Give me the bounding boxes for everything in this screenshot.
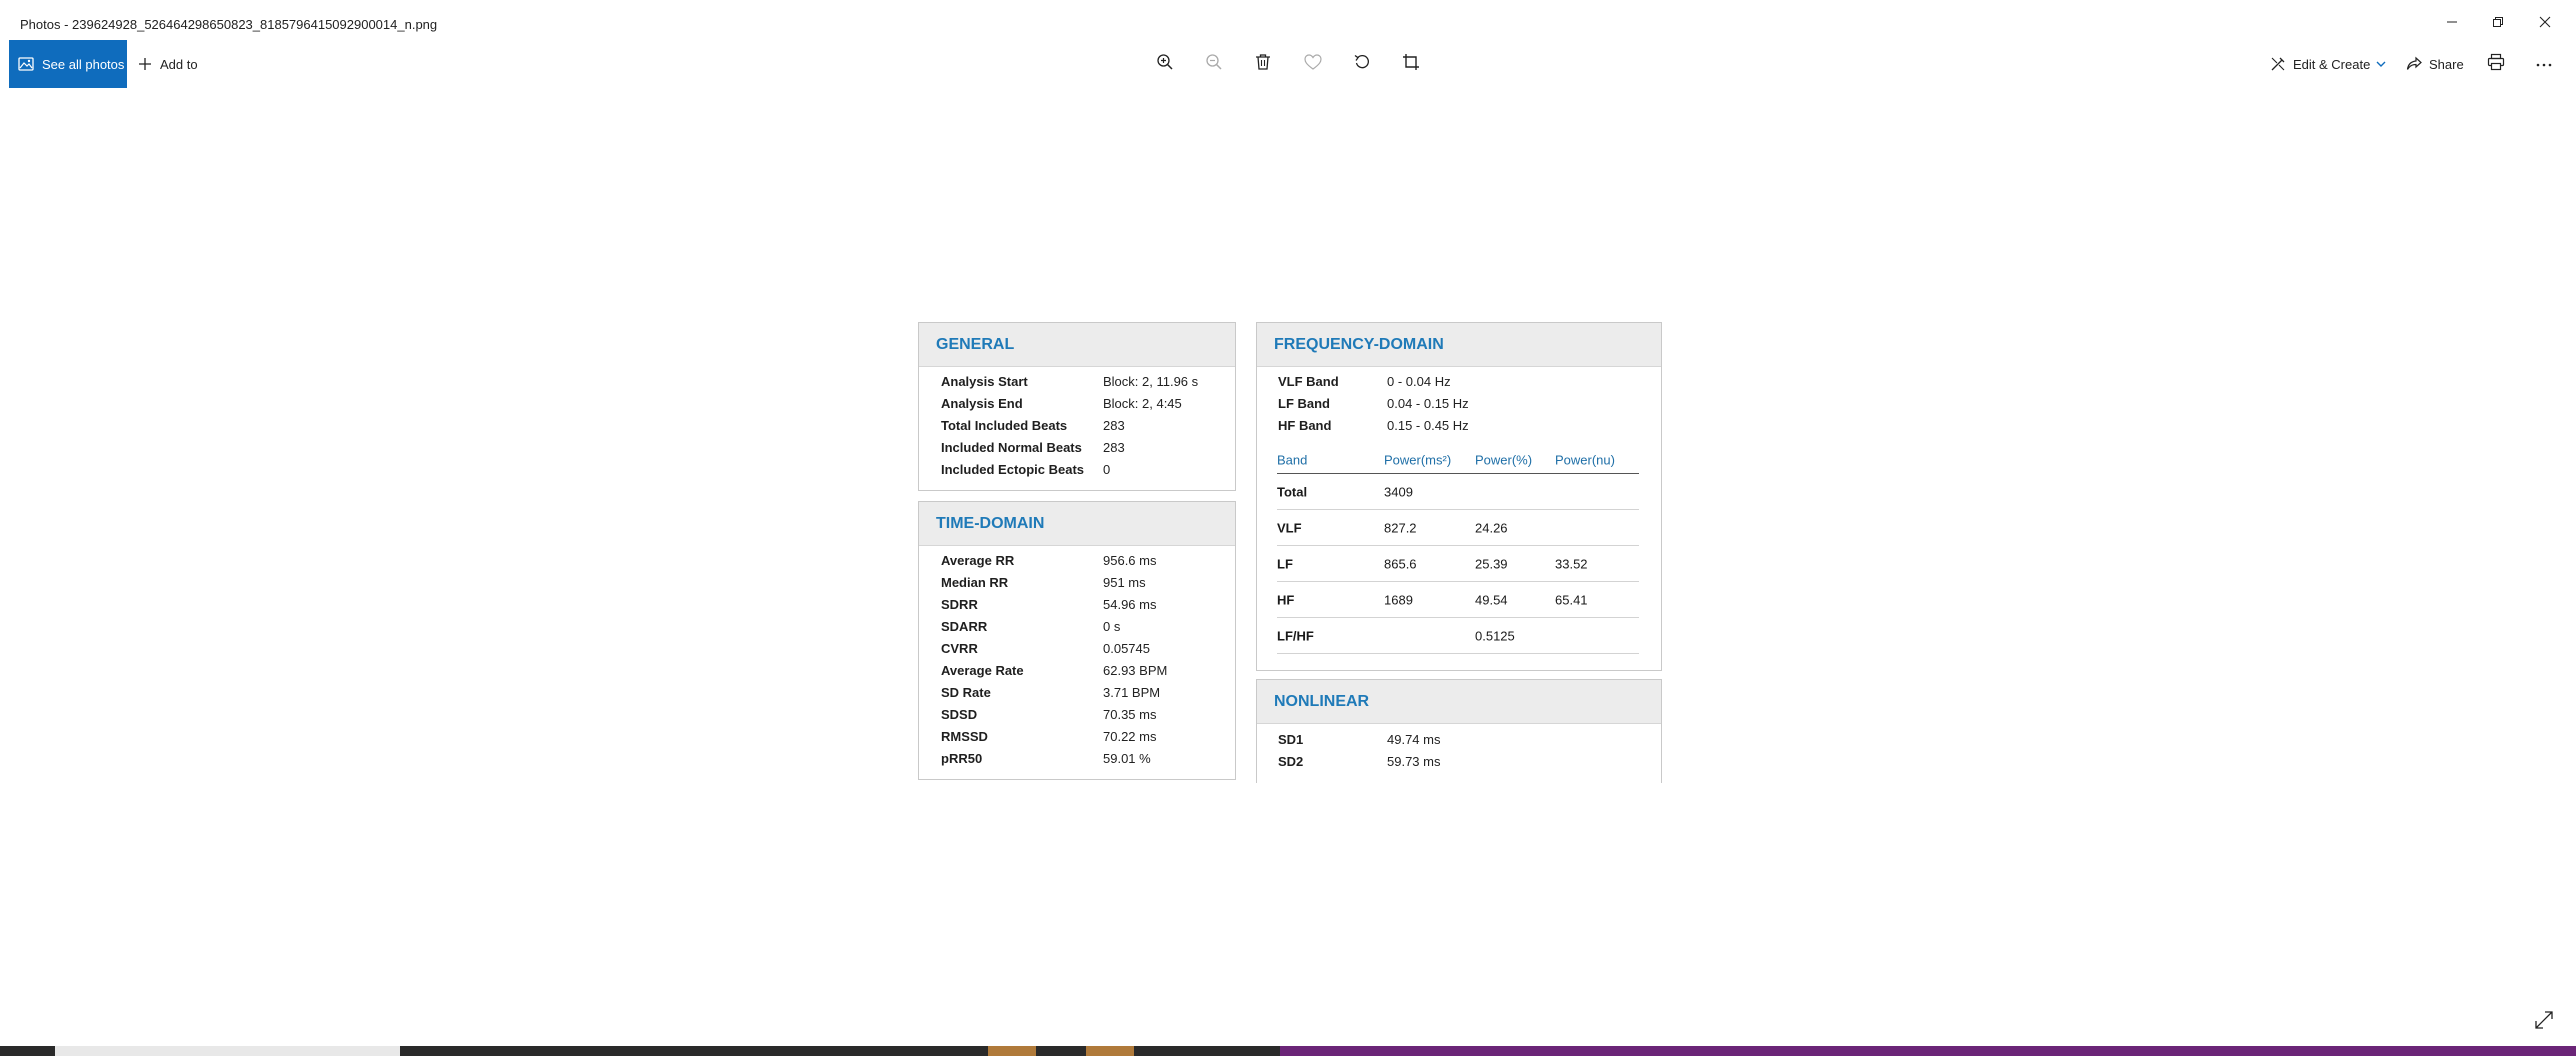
general-title: GENERAL bbox=[919, 323, 1235, 367]
report-image: GENERAL Analysis Start Block: 2, 11.96 s … bbox=[918, 322, 1662, 783]
nonlinear-row: SD2 59.73 ms bbox=[1278, 754, 1441, 769]
close-button[interactable] bbox=[2520, 9, 2570, 39]
taskbar-segment bbox=[1086, 1046, 1134, 1056]
frequency-domain-title: FREQUENCY-DOMAIN bbox=[1257, 323, 1661, 367]
crop-button[interactable] bbox=[1396, 49, 1426, 79]
minimize-icon bbox=[2446, 15, 2458, 33]
general-panel: GENERAL Analysis Start Block: 2, 11.96 s … bbox=[918, 322, 1236, 491]
table-row: VLF 827.2 24.26 bbox=[1277, 510, 1639, 546]
time-domain-row: SDRR 54.96 ms bbox=[941, 597, 1157, 612]
close-icon bbox=[2539, 15, 2551, 33]
band-row: VLF Band 0 - 0.04 Hz bbox=[1278, 374, 1451, 389]
more-icon bbox=[2535, 55, 2553, 73]
window-title: Photos - 239624928_526464298650823_81857… bbox=[20, 16, 438, 32]
column-header: Band bbox=[1277, 452, 1308, 468]
photo-gallery-icon bbox=[18, 57, 34, 71]
chevron-down-icon bbox=[2376, 60, 2386, 68]
restore-button[interactable] bbox=[2473, 9, 2523, 39]
time-domain-row: SDSD 70.35 ms bbox=[941, 707, 1157, 722]
time-domain-row: SDARR 0 s bbox=[941, 619, 1121, 634]
general-row: Included Normal Beats 283 bbox=[941, 440, 1125, 455]
general-row: Analysis Start Block: 2, 11.96 s bbox=[941, 374, 1199, 389]
crop-icon bbox=[1402, 53, 1420, 76]
time-domain-row: CVRR 0.05745 bbox=[941, 641, 1150, 656]
more-options-button[interactable] bbox=[2529, 49, 2559, 79]
rotate-button[interactable] bbox=[1347, 49, 1377, 79]
title-bar: Photos - 239624928_526464298650823_81857… bbox=[0, 9, 2576, 39]
delete-icon bbox=[1255, 53, 1271, 76]
minimize-button[interactable] bbox=[2427, 9, 2477, 39]
see-all-photos-button[interactable]: See all photos bbox=[9, 40, 127, 88]
zoom-in-button[interactable] bbox=[1150, 49, 1180, 79]
add-to-label: Add to bbox=[160, 56, 198, 72]
delete-button[interactable] bbox=[1248, 49, 1278, 79]
fullscreen-button[interactable] bbox=[2532, 1010, 2556, 1034]
print-icon bbox=[2487, 53, 2505, 76]
plus-icon bbox=[138, 57, 152, 71]
share-button[interactable]: Share bbox=[2406, 40, 2464, 88]
taskbar-segment bbox=[988, 1046, 1036, 1056]
power-table: Band Power(ms²) Power(%) Power(nu) Total… bbox=[1277, 447, 1639, 654]
see-all-photos-label: See all photos bbox=[42, 56, 125, 72]
nonlinear-panel: NONLINEAR SD1 49.74 ms SD2 59.73 ms bbox=[1256, 679, 1662, 783]
toolbar: See all photos Add to Edit & Create Shar… bbox=[0, 40, 2576, 88]
time-domain-row: Median RR 951 ms bbox=[941, 575, 1146, 590]
time-domain-row: RMSSD 70.22 ms bbox=[941, 729, 1157, 744]
general-row: Included Ectopic Beats 0 bbox=[941, 462, 1111, 477]
time-domain-row: pRR50 59.01 % bbox=[941, 751, 1151, 766]
time-domain-row: SD Rate 3.71 BPM bbox=[941, 685, 1161, 700]
table-row: LF 865.6 25.39 33.52 bbox=[1277, 546, 1639, 582]
nonlinear-row: SD1 49.74 ms bbox=[1278, 732, 1441, 747]
time-domain-row: Average RR 956.6 ms bbox=[941, 553, 1157, 568]
edit-create-label: Edit & Create bbox=[2293, 56, 2371, 72]
add-to-button[interactable]: Add to bbox=[138, 40, 198, 88]
nonlinear-title: NONLINEAR bbox=[1257, 680, 1661, 724]
general-row: Total Included Beats 283 bbox=[941, 418, 1125, 433]
taskbar-segment bbox=[55, 1046, 400, 1056]
power-table-header: Band Power(ms²) Power(%) Power(nu) bbox=[1277, 447, 1639, 474]
column-header: Power(%) bbox=[1475, 452, 1533, 468]
share-icon bbox=[2406, 56, 2422, 72]
taskbar-segment bbox=[1280, 1046, 2576, 1056]
favorite-button[interactable] bbox=[1298, 49, 1328, 79]
restore-icon bbox=[2492, 15, 2504, 33]
edit-create-icon bbox=[2270, 56, 2286, 72]
table-row: HF 1689 49.54 65.41 bbox=[1277, 582, 1639, 618]
column-header: Power(nu) bbox=[1555, 452, 1615, 468]
edit-create-button[interactable]: Edit & Create bbox=[2270, 40, 2386, 88]
favorite-icon bbox=[1304, 53, 1322, 75]
general-row: Analysis End Block: 2, 4:45 bbox=[941, 396, 1182, 411]
zoom-out-icon bbox=[1205, 53, 1223, 76]
time-domain-title: TIME-DOMAIN bbox=[919, 502, 1235, 546]
time-domain-panel: TIME-DOMAIN Average RR 956.6 ms Median RR… bbox=[918, 501, 1236, 780]
taskbar bbox=[0, 1046, 2576, 1056]
band-row: LF Band 0.04 - 0.15 Hz bbox=[1278, 396, 1469, 411]
band-row: HF Band 0.15 - 0.45 Hz bbox=[1278, 418, 1469, 433]
time-domain-row: Average Rate 62.93 BPM bbox=[941, 663, 1168, 678]
rotate-icon bbox=[1353, 53, 1371, 76]
column-header: Power(ms²) bbox=[1384, 452, 1452, 468]
frequency-domain-panel: FREQUENCY-DOMAIN VLF Band 0 - 0.04 Hz LF … bbox=[1256, 322, 1662, 671]
zoom-out-button[interactable] bbox=[1199, 49, 1229, 79]
table-row: Total 3409 bbox=[1277, 474, 1639, 510]
table-row: LF/HF 0.5125 bbox=[1277, 618, 1639, 654]
expand-icon bbox=[2534, 1010, 2554, 1035]
zoom-in-icon bbox=[1156, 53, 1174, 76]
share-label: Share bbox=[2429, 56, 2464, 72]
print-button[interactable] bbox=[2481, 49, 2511, 79]
